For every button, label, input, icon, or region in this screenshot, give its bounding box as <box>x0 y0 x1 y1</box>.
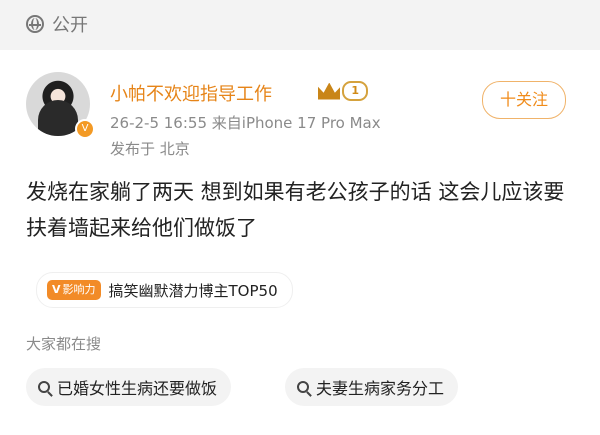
follow-button[interactable]: 十关注 <box>482 81 566 119</box>
trending-search-label: 夫妻生病家务分工 <box>316 379 445 398</box>
search-icon <box>38 381 50 393</box>
influence-label: 影响力 <box>62 283 96 296</box>
influence-tag[interactable]: V 影响力 搞笑幽默潜力博主TOP50 <box>36 272 293 308</box>
visibility-bar: 公开 <box>0 0 600 48</box>
globe-icon <box>26 15 44 33</box>
search-icon <box>297 381 309 393</box>
timestamp: 26-2-5 16:55 <box>110 114 207 132</box>
crown-icon <box>318 82 341 100</box>
post-meta: 26-2-5 16:55 来自iPhone 17 Pro Max <box>110 112 381 133</box>
trending-search-title: 大家都在搜 <box>26 335 102 353</box>
visibility-status[interactable]: 公开 <box>26 11 88 37</box>
v-icon: V <box>52 283 61 296</box>
trending-search-label: 已婚女性生病还要做饭 <box>57 379 218 398</box>
influence-tag-label: 搞笑幽默潜力博主TOP50 <box>108 281 278 300</box>
visibility-label: 公开 <box>52 15 88 36</box>
post-text: 发烧在家躺了两天 想到如果有老公孩子的话 这会儿应该要扶着墙起来给他们做饭了 <box>26 180 565 240</box>
username[interactable]: 小帕不欢迎指导工作 <box>110 80 272 106</box>
trending-search-item[interactable]: 已婚女性生病还要做饭 <box>26 368 232 406</box>
level-value: 1 <box>342 81 368 101</box>
post-card: V 小帕不欢迎指导工作 1 26-2-5 16:55 来自iPhone 17 P… <box>0 50 600 435</box>
influence-badge: V 影响力 <box>47 280 101 300</box>
location: 发布于 北京 <box>110 140 190 158</box>
source: 来自iPhone 17 Pro Max <box>211 114 381 132</box>
level-badge: 1 <box>318 80 368 102</box>
verified-icon: V <box>75 119 95 139</box>
trending-search-item[interactable]: 夫妻生病家务分工 <box>285 368 459 406</box>
weibo-post-screen: 公开 V 小帕不欢迎指导工作 1 26-2-5 16:55 来自iPhone 1… <box>0 0 600 435</box>
